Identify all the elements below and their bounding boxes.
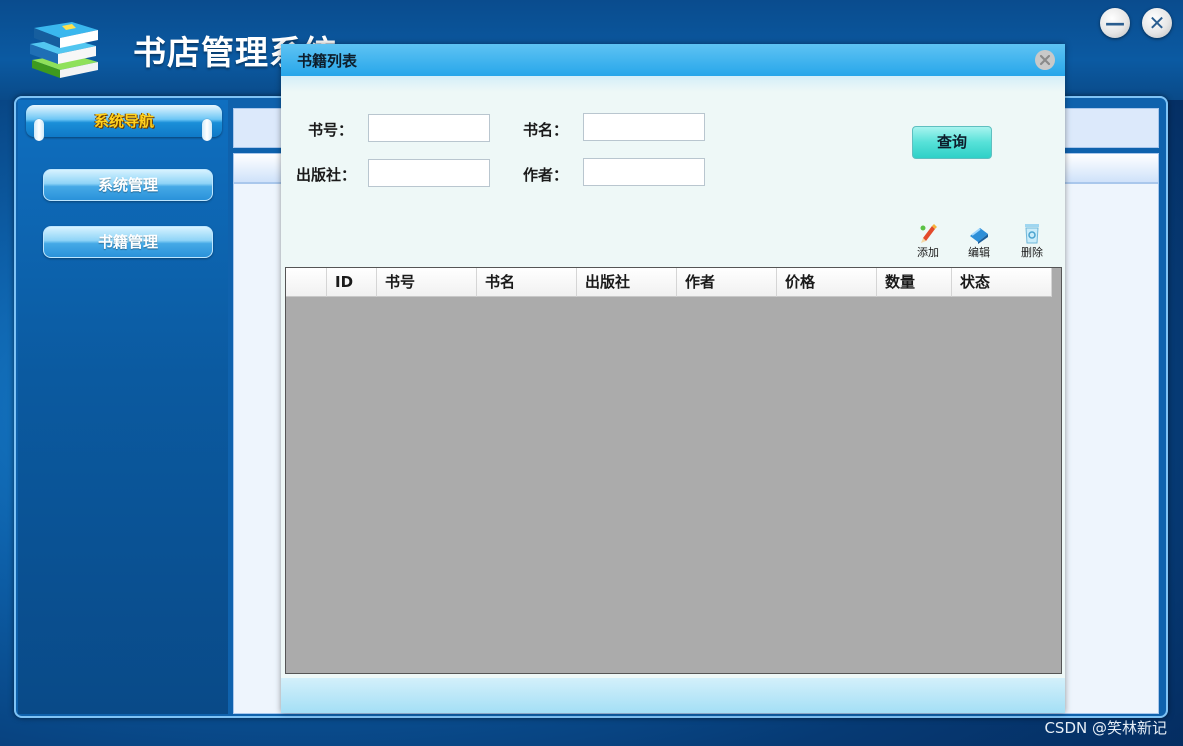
- dialog-title: 书籍列表: [297, 52, 358, 70]
- dialog-footer: [281, 678, 1065, 713]
- app-window: 书店管理系统 — ✕ 系统导航 系统管理 书籍管理 书籍列表 书号： 书名： 出…: [0, 0, 1183, 746]
- edit-icon: [970, 228, 988, 244]
- books-logo-icon: [26, 20, 102, 82]
- minimize-button[interactable]: —: [1100, 8, 1130, 38]
- dialog-close-button[interactable]: [1035, 50, 1055, 70]
- sidebar-item-system-management[interactable]: 系统管理: [43, 169, 213, 201]
- scroll-pin-left-icon: [34, 119, 44, 141]
- publisher-label: 出版社：: [296, 166, 357, 184]
- book-table[interactable]: ID 书号 书名 出版社 作者 价格 数量 状态: [285, 267, 1062, 674]
- table-header: ID 书号 书名 出版社 作者 价格 数量 状态: [286, 268, 1052, 297]
- add-label: 添加: [917, 246, 939, 259]
- close-icon: [1036, 51, 1054, 69]
- book-no-input[interactable]: [368, 114, 490, 142]
- column-header-book-name[interactable]: 书名: [477, 268, 577, 297]
- close-window-button[interactable]: ✕: [1142, 8, 1172, 38]
- column-header-book-no[interactable]: 书号: [377, 268, 477, 297]
- sidebar-header-label: 系统导航: [93, 112, 154, 130]
- add-button[interactable]: 添加: [908, 222, 948, 260]
- watermark: CSDN @笑林新记: [1044, 719, 1167, 737]
- column-header-status[interactable]: 状态: [952, 268, 1052, 297]
- column-header-author[interactable]: 作者: [677, 268, 777, 297]
- author-input[interactable]: [583, 158, 705, 186]
- close-icon: ✕: [1148, 11, 1166, 35]
- edit-button[interactable]: 编辑: [959, 222, 999, 260]
- author-label: 作者：: [523, 166, 569, 184]
- trash-icon: [1025, 224, 1039, 244]
- column-header-id[interactable]: ID: [327, 268, 377, 297]
- column-header-price[interactable]: 价格: [777, 268, 877, 297]
- minimize-icon: —: [1105, 11, 1125, 35]
- dialog-title-bar[interactable]: 书籍列表: [281, 44, 1065, 76]
- scroll-pin-right-icon: [202, 119, 212, 141]
- edit-label: 编辑: [968, 246, 990, 259]
- book-list-dialog: 书籍列表 书号： 书名： 出版社： 作者： 查询 添加 编辑 删除 ID 书号 …: [281, 44, 1065, 713]
- book-no-label: 书号：: [308, 121, 354, 139]
- dialog-header-band: [281, 76, 1065, 92]
- delete-label: 删除: [1021, 246, 1043, 259]
- column-header-quantity[interactable]: 数量: [877, 268, 952, 297]
- sidebar-header: 系统导航: [26, 105, 222, 141]
- delete-button[interactable]: 删除: [1012, 222, 1052, 260]
- publisher-input[interactable]: [368, 159, 490, 187]
- row-header-corner[interactable]: [286, 268, 327, 297]
- pencil-add-icon: [920, 224, 937, 243]
- query-button[interactable]: 查询: [912, 126, 992, 159]
- book-name-input[interactable]: [583, 113, 705, 141]
- column-header-publisher[interactable]: 出版社: [577, 268, 677, 297]
- book-name-label: 书名：: [523, 121, 569, 139]
- sidebar-item-book-management[interactable]: 书籍管理: [43, 226, 213, 258]
